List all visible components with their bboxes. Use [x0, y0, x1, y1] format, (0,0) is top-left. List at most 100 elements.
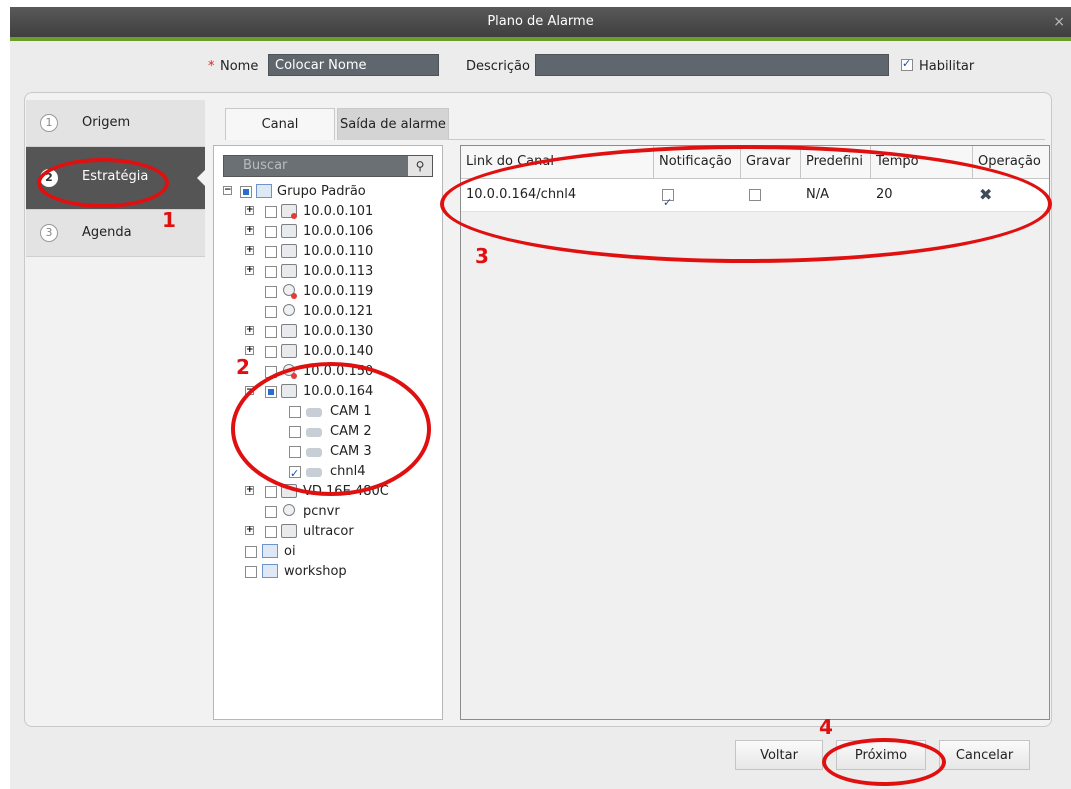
- tree-node-device[interactable]: + 10.0.0.130: [245, 322, 435, 342]
- tree-label: CAM 3: [330, 444, 372, 459]
- description-label: Descrição: [466, 59, 530, 74]
- tree-checkbox[interactable]: [265, 346, 277, 358]
- cell-link: 10.0.0.164/chnl4: [466, 187, 577, 202]
- tree-node-device-10-0-0-164[interactable]: − 10.0.0.164: [245, 382, 435, 402]
- annotation-number-2: 2: [236, 355, 250, 379]
- expand-icon[interactable]: +: [245, 346, 254, 355]
- tree-node-device[interactable]: 10.0.0.150: [245, 362, 435, 382]
- device-tree-panel: Buscar ⚲ − Grupo Padrão + 10.0.0.101 + 1…: [213, 145, 443, 720]
- column-header-link[interactable]: Link do Canal: [461, 146, 654, 178]
- tree-node-device[interactable]: 10.0.0.121: [245, 302, 435, 322]
- dvr-icon: [281, 344, 297, 358]
- tree-checkbox[interactable]: [289, 464, 301, 484]
- tree-checkbox[interactable]: [265, 526, 277, 538]
- tree-node-channel[interactable]: CAM 1: [289, 402, 429, 422]
- tree-node-channel[interactable]: CAM 3: [289, 442, 429, 462]
- search-icon[interactable]: ⚲: [408, 156, 432, 176]
- dvr-icon: [281, 224, 297, 238]
- tree-checkbox[interactable]: [265, 386, 277, 398]
- column-header-operacao[interactable]: Operação: [973, 146, 1049, 178]
- tree-checkbox[interactable]: [265, 506, 277, 518]
- tree-label: 10.0.0.106: [303, 224, 374, 239]
- table-row[interactable]: 10.0.0.164/chnl4 N/A 20 ✖: [461, 179, 1049, 219]
- tree-checkbox[interactable]: [265, 246, 277, 258]
- tree-node-device[interactable]: + 10.0.0.140: [245, 342, 435, 362]
- tree-node-group[interactable]: oi: [245, 542, 435, 562]
- tree-checkbox[interactable]: [245, 546, 257, 558]
- tree-checkbox[interactable]: [265, 206, 277, 218]
- tree-node-channel[interactable]: CAM 2: [289, 422, 429, 442]
- enable-checkbox[interactable]: [901, 57, 913, 71]
- tree-node-grupo-padrao[interactable]: − Grupo Padrão: [223, 182, 433, 202]
- tree-checkbox[interactable]: [265, 306, 277, 318]
- collapse-icon[interactable]: −: [245, 386, 254, 395]
- gravar-checkbox[interactable]: [749, 188, 761, 201]
- cell-predefini[interactable]: N/A: [801, 179, 871, 211]
- close-icon[interactable]: ×: [1053, 7, 1065, 37]
- expand-icon[interactable]: +: [245, 206, 254, 215]
- tree-label: CAM 1: [330, 404, 372, 419]
- tree-label: CAM 2: [330, 424, 372, 439]
- tab-saida-de-alarme[interactable]: Saída de alarme: [337, 108, 449, 140]
- cancel-button[interactable]: Cancelar: [939, 740, 1030, 770]
- tree-node-device[interactable]: + 10.0.0.113: [245, 262, 435, 282]
- tree-label: ultracor: [303, 524, 354, 539]
- nav-item-origem[interactable]: 1 Origem: [26, 100, 205, 147]
- tree-node-device[interactable]: 10.0.0.119: [245, 282, 435, 302]
- tab-canal[interactable]: Canal: [225, 108, 335, 140]
- tree-checkbox[interactable]: [245, 566, 257, 578]
- tree-checkbox[interactable]: [289, 426, 301, 438]
- tree-checkbox[interactable]: [289, 446, 301, 458]
- folder-icon: [256, 184, 272, 198]
- tree-node-device[interactable]: + 10.0.0.106: [245, 222, 435, 242]
- column-header-gravar[interactable]: Gravar: [741, 146, 801, 178]
- dvr-icon: [281, 324, 297, 338]
- name-input[interactable]: Colocar Nome: [268, 54, 439, 76]
- tree-checkbox[interactable]: [265, 286, 277, 298]
- tree-checkbox[interactable]: [265, 366, 277, 378]
- tree-checkbox[interactable]: [265, 326, 277, 338]
- column-header-predefini[interactable]: Predefini: [801, 146, 871, 178]
- expand-icon[interactable]: +: [245, 526, 254, 535]
- tree-label: 10.0.0.101: [303, 204, 374, 219]
- tree-label: pcnvr: [303, 504, 340, 519]
- tree-label: VD 16E 480C: [303, 484, 389, 499]
- tree-label: oi: [284, 544, 296, 559]
- step-number-3: 3: [40, 224, 58, 242]
- description-input[interactable]: [535, 54, 889, 76]
- next-button[interactable]: Próximo: [836, 740, 926, 770]
- tree-node-device[interactable]: pcnvr: [245, 502, 435, 522]
- tree-node-device[interactable]: + VD 16E 480C: [245, 482, 435, 502]
- nav-item-agenda[interactable]: 3 Agenda: [26, 210, 205, 257]
- back-button[interactable]: Voltar: [735, 740, 823, 770]
- expand-icon[interactable]: +: [245, 246, 254, 255]
- tree-node-group[interactable]: workshop: [245, 562, 435, 582]
- tree-checkbox[interactable]: [240, 186, 252, 198]
- expand-icon[interactable]: +: [245, 486, 254, 495]
- annotation-number-4: 4: [819, 715, 833, 739]
- expand-icon[interactable]: +: [245, 226, 254, 235]
- search-input[interactable]: Buscar ⚲: [223, 155, 433, 177]
- nav-item-estrategia[interactable]: 2 Estratégia: [26, 147, 206, 210]
- tree-node-device[interactable]: + 10.0.0.101: [245, 202, 435, 222]
- cell-gravar: [741, 179, 801, 211]
- tree-node-device[interactable]: + 10.0.0.110: [245, 242, 435, 262]
- wizard-nav: 1 Origem 2 Estratégia 3 Agenda: [26, 100, 206, 257]
- cell-tempo[interactable]: 20: [871, 179, 973, 211]
- annotation-number-3: 3: [475, 244, 489, 268]
- offline-icon: [291, 293, 297, 299]
- tree-checkbox[interactable]: [265, 266, 277, 278]
- tree-node-device[interactable]: + ultracor: [245, 522, 435, 542]
- tree-node-channel-chnl4[interactable]: chnl4: [289, 462, 429, 484]
- tree-checkbox[interactable]: [265, 226, 277, 238]
- delete-icon[interactable]: ✖: [973, 179, 1049, 211]
- dialog-title: Plano de Alarme: [487, 14, 594, 29]
- expand-icon[interactable]: +: [245, 326, 254, 335]
- notificacao-checkbox[interactable]: [662, 187, 674, 219]
- column-header-notificacao[interactable]: Notificação: [654, 146, 741, 178]
- expand-icon[interactable]: +: [245, 266, 254, 275]
- tree-checkbox[interactable]: [265, 486, 277, 498]
- column-header-tempo[interactable]: Tempo: [871, 146, 973, 178]
- collapse-icon[interactable]: −: [223, 186, 232, 195]
- tree-checkbox[interactable]: [289, 406, 301, 418]
